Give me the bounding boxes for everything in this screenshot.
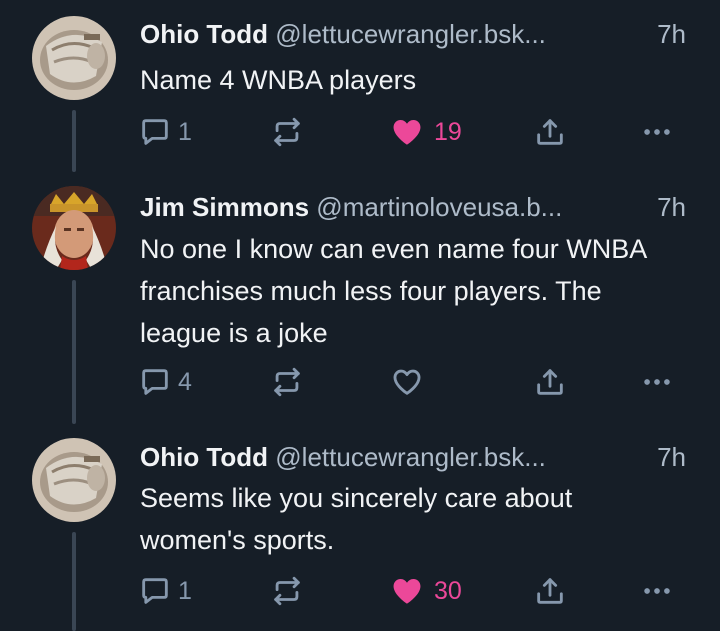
handle[interactable]: @lettucewrangler.bsk... xyxy=(275,19,546,49)
avatar-image xyxy=(32,438,116,522)
display-name[interactable]: Jim Simmons xyxy=(140,192,309,222)
post-text: Seems like you sincerely care about wome… xyxy=(140,483,573,555)
reply-count: 1 xyxy=(178,118,192,146)
display-name[interactable]: Ohio Todd xyxy=(140,19,268,49)
repost-button[interactable] xyxy=(270,112,304,152)
timestamp[interactable]: 7h xyxy=(657,440,686,474)
avatar-image xyxy=(32,16,116,100)
thread-line xyxy=(72,280,76,424)
like-button[interactable]: 19 xyxy=(390,112,462,152)
reply-icon xyxy=(142,578,168,604)
timestamp[interactable]: 7h xyxy=(657,17,686,51)
post-text: No one I know can even name four WNBA fr… xyxy=(140,234,646,348)
heart-icon xyxy=(393,578,421,604)
post-header: Jim Simmons @martinoloveusa.b... 7h xyxy=(140,190,686,224)
timestamp[interactable]: 7h xyxy=(657,190,686,224)
handle[interactable]: @martinoloveusa.b... xyxy=(316,192,562,222)
share-icon xyxy=(537,369,563,395)
display-name[interactable]: Ohio Todd xyxy=(140,442,268,472)
reply-icon xyxy=(142,119,168,145)
share-icon xyxy=(537,578,563,604)
like-button[interactable] xyxy=(390,362,430,402)
like-count: 30 xyxy=(434,577,462,605)
reply-count: 4 xyxy=(178,368,192,396)
post[interactable]: Jim Simmons @martinoloveusa.b... 7h No o… xyxy=(0,172,720,424)
share-button[interactable] xyxy=(533,362,567,402)
repost-icon xyxy=(274,367,300,397)
more-icon xyxy=(644,379,670,385)
avatar[interactable] xyxy=(32,438,116,522)
more-options-button[interactable] xyxy=(640,112,674,152)
avatar-image xyxy=(32,186,116,270)
thread: Ohio Todd @lettucewrangler.bsk... 7h Nam… xyxy=(0,0,720,631)
post-header: Ohio Todd @lettucewrangler.bsk... 7h xyxy=(140,440,686,474)
share-button[interactable] xyxy=(533,571,567,611)
post[interactable]: Ohio Todd @lettucewrangler.bsk... 7h See… xyxy=(0,424,720,631)
share-icon xyxy=(537,119,563,145)
post-header: Ohio Todd @lettucewrangler.bsk... 7h xyxy=(140,17,686,51)
avatar[interactable] xyxy=(32,16,116,100)
more-icon xyxy=(644,129,670,135)
handle[interactable]: @lettucewrangler.bsk... xyxy=(275,442,546,472)
reply-button[interactable]: 1 xyxy=(138,571,192,611)
like-count: 19 xyxy=(434,118,462,146)
heart-icon xyxy=(393,119,421,145)
like-button[interactable]: 30 xyxy=(390,571,462,611)
thread-line xyxy=(72,110,76,172)
heart-icon xyxy=(393,369,421,395)
repost-button[interactable] xyxy=(270,362,304,402)
post-actions: 1 19 xyxy=(138,112,688,152)
thread-line xyxy=(72,532,76,631)
reply-button[interactable]: 4 xyxy=(138,362,192,402)
more-options-button[interactable] xyxy=(640,571,674,611)
post[interactable]: Ohio Todd @lettucewrangler.bsk... 7h Nam… xyxy=(0,0,720,172)
repost-button[interactable] xyxy=(270,571,304,611)
repost-icon xyxy=(274,576,300,606)
avatar[interactable] xyxy=(32,186,116,270)
reply-count: 1 xyxy=(178,577,192,605)
more-icon xyxy=(644,588,670,594)
repost-icon xyxy=(274,117,300,147)
post-actions: 1 30 xyxy=(138,571,688,611)
reply-button[interactable]: 1 xyxy=(138,112,192,152)
more-options-button[interactable] xyxy=(640,362,674,402)
post-actions: 4 xyxy=(138,362,688,402)
reply-icon xyxy=(142,369,168,395)
share-button[interactable] xyxy=(533,112,567,152)
post-text: Name 4 WNBA players xyxy=(140,65,417,95)
